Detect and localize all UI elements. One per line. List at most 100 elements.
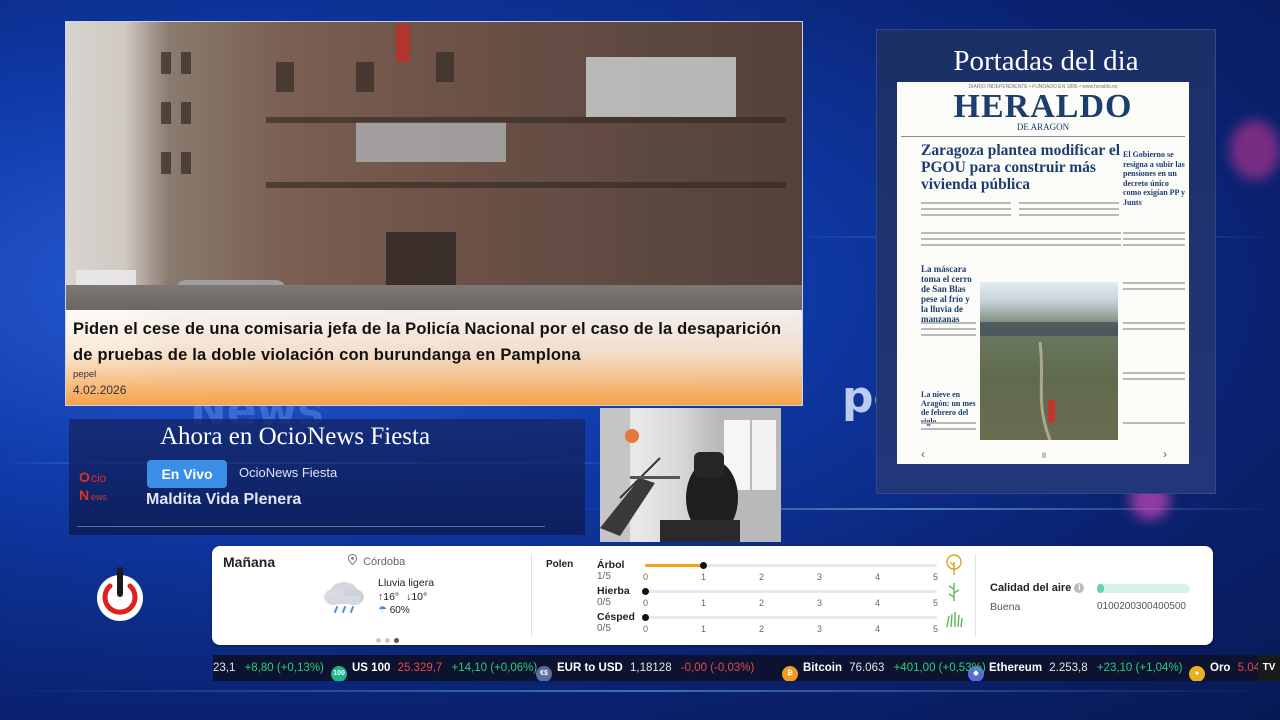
pollen-tick: 3: [817, 598, 823, 608]
pollen-tick: 5: [933, 598, 939, 608]
newspaper-next-button[interactable]: ›: [1163, 447, 1167, 461]
building-flag: [396, 24, 410, 62]
pollen-tick: 1: [701, 598, 707, 608]
newspaper-left-headline-2: La nieve en Aragón: un mes de febrero de…: [921, 390, 976, 426]
news-caption: Piden el cese de una comisaria jefa de l…: [66, 310, 802, 405]
newspaper-text-line: [921, 202, 1011, 204]
newspaper-nav: ‹ ॥ ›: [921, 447, 1185, 462]
building-balcony: [266, 117, 786, 123]
newspaper-text-line: [1019, 202, 1119, 204]
svg-text:cio: cio: [91, 471, 107, 485]
pollen-value: 1/5: [597, 571, 611, 582]
svg-text:O: O: [79, 469, 90, 485]
ticker-change: +14,10 (+0,06%): [451, 662, 538, 674]
divider: [975, 554, 976, 637]
newspaper-text-line: [1123, 238, 1185, 240]
grass-icon: [945, 606, 963, 628]
ticker-price: 76.063: [849, 662, 885, 674]
background-streak: [0, 690, 1280, 692]
air-quality-title-text: Calidad del aire: [990, 582, 1072, 594]
building-window: [276, 62, 294, 92]
weather-location-label: Córdoba: [363, 556, 406, 568]
weather-pager[interactable]: [376, 630, 403, 648]
pollen-scale: 0 1 2 3 4 5: [643, 572, 939, 582]
live-channel-name: OcioNews Fiesta: [239, 465, 338, 480]
building-window: [161, 102, 171, 124]
building-window: [181, 52, 191, 74]
pager-dot-active[interactable]: [394, 638, 399, 643]
ticker-item[interactable]: ₿ Bitcoin 76.063 +401,00 (+0,53%): [782, 655, 986, 681]
newspaper-text-line: [1123, 328, 1185, 330]
ticker-name: US 100: [352, 662, 391, 674]
pollen-value: 0/5: [597, 623, 611, 634]
newspaper-text-line: [1123, 422, 1185, 424]
divider: [77, 526, 545, 527]
ticker-change: +401,00 (+0,53%): [893, 662, 986, 674]
ticker-name: Bitcoin: [803, 662, 842, 674]
newspaper-text-line: [921, 428, 976, 430]
rain-chance-value: 60%: [389, 605, 410, 616]
pollen-name: Hierba: [597, 585, 630, 597]
newspaper-text-line: [1123, 288, 1185, 290]
pollen-tick: 4: [875, 624, 881, 634]
weather-location[interactable]: Córdoba: [347, 553, 406, 568]
ticker-item[interactable]: €$ EUR to USD 1,18128 -0,00 (-0,03%): [536, 655, 754, 681]
ticker-item[interactable]: 100 US 100 25.329,7 +14,10 (+0,06%): [331, 655, 537, 681]
pollen-tick: 2: [759, 624, 765, 634]
pollen-track: [642, 614, 937, 621]
ticker-item[interactable]: ● Oro 5.048: [1189, 655, 1266, 681]
pollen-row: Hierba 0/5 0 1 2 3 4 5: [597, 583, 960, 608]
pager-dot[interactable]: [376, 638, 381, 643]
newspaper-prev-button[interactable]: ‹: [921, 447, 925, 461]
pollen-tick: 5: [933, 624, 939, 634]
rain-chance: ☂ 60%: [378, 605, 410, 616]
news-title[interactable]: Piden el cese de una comisaria jefa de l…: [73, 316, 795, 368]
temp-high: 16°: [383, 591, 400, 603]
pager-dot[interactable]: [385, 638, 390, 643]
power-icon[interactable]: [94, 564, 146, 624]
umbrella-icon: ☂: [378, 605, 387, 616]
weed-icon: [945, 580, 963, 602]
rain-cloud-icon: [322, 576, 366, 616]
live-badge[interactable]: En Vivo: [147, 460, 227, 488]
info-icon[interactable]: i: [1074, 583, 1085, 593]
news-card[interactable]: Piden el cese de una comisaria jefa de l…: [65, 21, 803, 406]
pollen-tick: 0: [643, 624, 649, 634]
newspaper-front-page[interactable]: DIARIO INDEPENDIENTE • FUNDADO EN 1895 •…: [897, 82, 1189, 464]
newspaper-text-line: [921, 232, 1121, 234]
front-pages-title: Portadas del dia: [953, 45, 1139, 77]
front-pages-panel: Portadas del dia DIARIO INDEPENDIENTE • …: [876, 29, 1216, 494]
ticker-price: 23,1: [213, 662, 236, 674]
pollen-tick: 0: [643, 598, 649, 608]
newspaper-masthead-sub: DE ARAGON: [1016, 122, 1070, 132]
svg-text:N: N: [79, 487, 89, 503]
newspaper-text-line: [921, 334, 976, 336]
market-ticker: ● Oro 5.048 ◆ Ethereum 2.253,8 +23,10 (+1,…: [213, 655, 1280, 681]
newspaper-pause-button[interactable]: ॥: [1041, 448, 1046, 461]
asset-icon: ₿: [782, 666, 798, 681]
divider: [531, 554, 532, 637]
building-window: [436, 52, 454, 82]
pollen-scale: 0 1 2 3 4 5: [643, 598, 939, 608]
newspaper-text-line: [1019, 214, 1119, 216]
newspaper-text-line: [1123, 372, 1185, 374]
news-author: pepel: [73, 369, 97, 380]
newspaper-text-line: [921, 208, 1011, 210]
ticker-item[interactable]: ◆ Ethereum 2.253,8 +23,10 (+1,04%): [968, 655, 1183, 681]
weather-widget: Mañana Córdoba Lluvia ligera ↑16° ↓10° ☂…: [212, 546, 1213, 645]
air-quality-title: Calidad del aire i: [990, 582, 1085, 594]
air-quality-fill: [1097, 584, 1104, 593]
building-window: [181, 152, 191, 174]
building-window: [356, 122, 506, 162]
ticker-change: +23,10 (+1,04%): [1096, 662, 1183, 674]
newspaper-text-line: [1123, 282, 1185, 284]
ticker-price: 2.253,8: [1049, 662, 1088, 674]
newspaper-text-line: [1123, 322, 1185, 324]
pollen-value: 0/5: [597, 597, 611, 608]
ticker-name: Ethereum: [989, 662, 1043, 674]
pollen-row: Árbol 1/5 0 1 2 3 4 5: [597, 554, 962, 582]
tree-icon: [945, 554, 963, 576]
ticker-item[interactable]: 23,1 +8,80 (+0,13%): [213, 655, 324, 681]
asset-icon: ●: [1189, 666, 1205, 681]
pollen-name: Árbol: [597, 559, 625, 571]
